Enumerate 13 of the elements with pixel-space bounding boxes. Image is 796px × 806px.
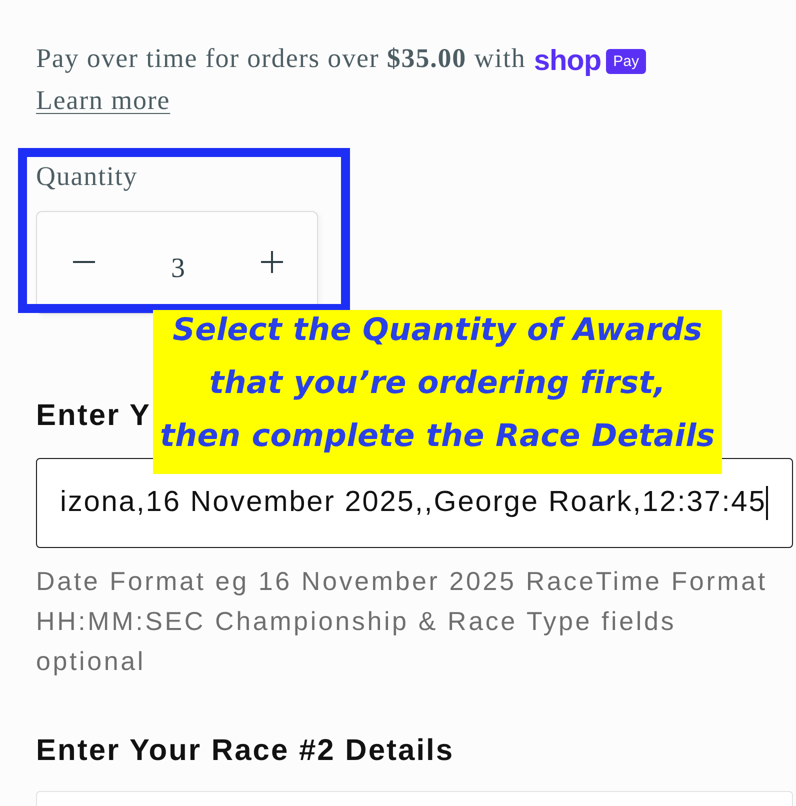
learn-more-link[interactable]: Learn more xyxy=(36,85,170,115)
section-heading: Enter Y xyxy=(36,399,151,433)
installments-text: Pay over time for orders over $35.00 with xyxy=(36,43,526,73)
field-help-text: Date Format eg 16 November 2025 RaceTime Format HH:MM:SEC Championship & Race Type fields optional xyxy=(36,565,768,678)
callout-note: Select the Quantity of Awards that you’re ordering first, then complete the Race Details xyxy=(153,310,722,474)
shop-pay-logo: shop Pay xyxy=(534,46,646,76)
section-heading: Enter Your Race #2 Details xyxy=(36,734,454,768)
race-details-input[interactable] xyxy=(36,791,793,806)
minus-icon xyxy=(73,260,95,262)
quantity-value: 3 xyxy=(171,252,185,286)
quantity-label: Quantity xyxy=(36,161,138,191)
quantity-stepper[interactable]: 3 xyxy=(36,211,318,314)
plus-icon xyxy=(261,250,283,272)
